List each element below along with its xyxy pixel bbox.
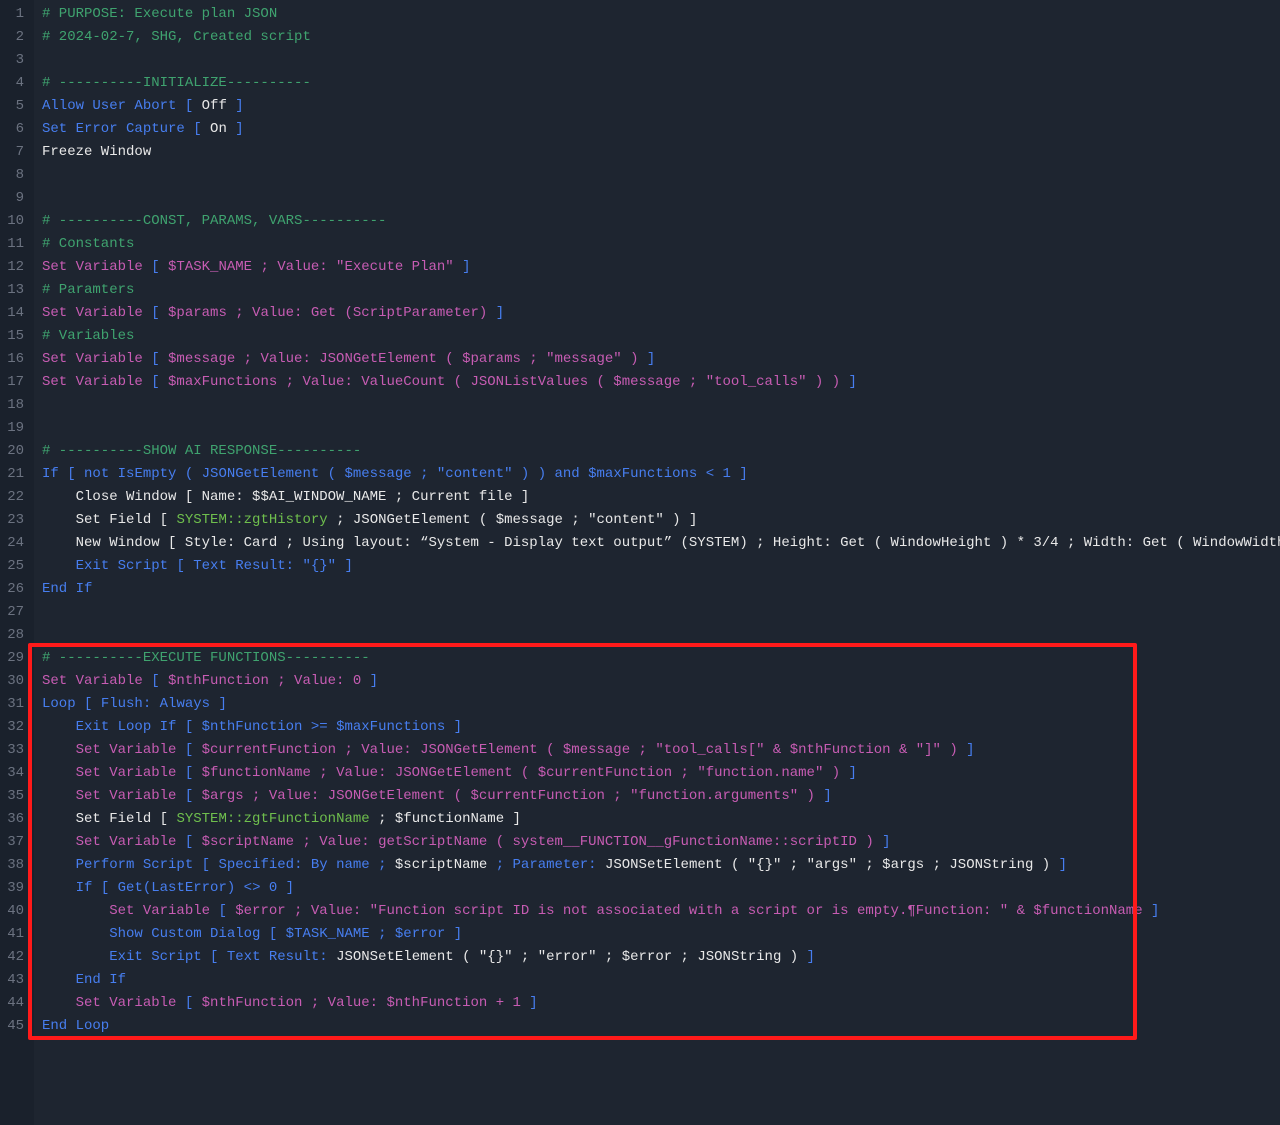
- line-number: 27: [6, 601, 24, 624]
- code-line[interactable]: Set Variable [ $functionName ; Value: JS…: [42, 762, 1280, 785]
- code-line[interactable]: # PURPOSE: Execute plan JSON: [42, 3, 1280, 26]
- code-line[interactable]: # ----------INITIALIZE----------: [42, 72, 1280, 95]
- line-number: 39: [6, 877, 24, 900]
- code-line[interactable]: Perform Script [ Specified: By name ; $s…: [42, 854, 1280, 877]
- code-line[interactable]: Exit Script [ Text Result: JSONSetElemen…: [42, 946, 1280, 969]
- code-line[interactable]: # Constants: [42, 233, 1280, 256]
- line-number: 33: [6, 739, 24, 762]
- code-line[interactable]: Set Error Capture [ On ]: [42, 118, 1280, 141]
- code-line[interactable]: Set Variable [ $scriptName ; Value: getS…: [42, 831, 1280, 854]
- line-number: 20: [6, 440, 24, 463]
- code-line[interactable]: Exit Loop If [ $nthFunction >= $maxFunct…: [42, 716, 1280, 739]
- code-line[interactable]: [42, 624, 1280, 647]
- code-line[interactable]: Set Variable [ $TASK_NAME ; Value: "Exec…: [42, 256, 1280, 279]
- line-number: 3: [6, 49, 24, 72]
- line-number: 34: [6, 762, 24, 785]
- line-number: 21: [6, 463, 24, 486]
- line-number: 9: [6, 187, 24, 210]
- line-number: 5: [6, 95, 24, 118]
- script-editor: 1234567891011121314151617181920212223242…: [0, 0, 1280, 1125]
- code-line[interactable]: # Variables: [42, 325, 1280, 348]
- line-number: 44: [6, 992, 24, 1015]
- code-line[interactable]: [42, 164, 1280, 187]
- line-number: 18: [6, 394, 24, 417]
- code-line[interactable]: Set Variable [ $nthFunction ; Value: $nt…: [42, 992, 1280, 1015]
- code-line[interactable]: New Window [ Style: Card ; Using layout:…: [42, 532, 1280, 555]
- line-number: 45: [6, 1015, 24, 1038]
- code-line[interactable]: [42, 601, 1280, 624]
- code-line[interactable]: End If: [42, 969, 1280, 992]
- code-line[interactable]: # Paramters: [42, 279, 1280, 302]
- line-number: 15: [6, 325, 24, 348]
- line-number-gutter: 1234567891011121314151617181920212223242…: [0, 0, 34, 1125]
- line-number: 25: [6, 555, 24, 578]
- code-line[interactable]: Set Variable [ $nthFunction ; Value: 0 ]: [42, 670, 1280, 693]
- code-line[interactable]: Show Custom Dialog [ $TASK_NAME ; $error…: [42, 923, 1280, 946]
- line-number: 26: [6, 578, 24, 601]
- code-line[interactable]: Set Variable [ $args ; Value: JSONGetEle…: [42, 785, 1280, 808]
- line-number: 10: [6, 210, 24, 233]
- line-number: 23: [6, 509, 24, 532]
- code-line[interactable]: Set Field [ SYSTEM::zgtFunctionName ; $f…: [42, 808, 1280, 831]
- line-number: 37: [6, 831, 24, 854]
- line-number: 14: [6, 302, 24, 325]
- line-number: 35: [6, 785, 24, 808]
- line-number: 40: [6, 900, 24, 923]
- code-line[interactable]: Set Variable [ $message ; Value: JSONGet…: [42, 348, 1280, 371]
- line-number: 28: [6, 624, 24, 647]
- code-line[interactable]: Set Variable [ $params ; Value: Get (Scr…: [42, 302, 1280, 325]
- line-number: 38: [6, 854, 24, 877]
- line-number: 29: [6, 647, 24, 670]
- line-number: 2: [6, 26, 24, 49]
- line-number: 16: [6, 348, 24, 371]
- code-line[interactable]: Set Field [ SYSTEM::zgtHistory ; JSONGet…: [42, 509, 1280, 532]
- line-number: 31: [6, 693, 24, 716]
- line-number: 4: [6, 72, 24, 95]
- code-line[interactable]: Set Variable [ $maxFunctions ; Value: Va…: [42, 371, 1280, 394]
- code-line[interactable]: # ----------SHOW AI RESPONSE----------: [42, 440, 1280, 463]
- line-number: 17: [6, 371, 24, 394]
- code-line[interactable]: Set Variable [ $error ; Value: "Function…: [42, 900, 1280, 923]
- code-line[interactable]: End Loop: [42, 1015, 1280, 1038]
- code-line[interactable]: If [ not IsEmpty ( JSONGetElement ( $mes…: [42, 463, 1280, 486]
- code-line[interactable]: If [ Get(LastError) <> 0 ]: [42, 877, 1280, 900]
- code-line[interactable]: [42, 187, 1280, 210]
- line-number: 6: [6, 118, 24, 141]
- code-line[interactable]: Close Window [ Name: $$AI_WINDOW_NAME ; …: [42, 486, 1280, 509]
- code-line[interactable]: [42, 394, 1280, 417]
- line-number: 24: [6, 532, 24, 555]
- line-number: 8: [6, 164, 24, 187]
- code-area[interactable]: # PURPOSE: Execute plan JSON# 2024-02-7,…: [34, 0, 1280, 1125]
- line-number: 36: [6, 808, 24, 831]
- code-line[interactable]: Set Variable [ $currentFunction ; Value:…: [42, 739, 1280, 762]
- line-number: 30: [6, 670, 24, 693]
- line-number: 43: [6, 969, 24, 992]
- code-line[interactable]: # ----------CONST, PARAMS, VARS---------…: [42, 210, 1280, 233]
- code-line[interactable]: # 2024-02-7, SHG, Created script: [42, 26, 1280, 49]
- code-line[interactable]: [42, 417, 1280, 440]
- line-number: 32: [6, 716, 24, 739]
- line-number: 12: [6, 256, 24, 279]
- code-line[interactable]: End If: [42, 578, 1280, 601]
- line-number: 22: [6, 486, 24, 509]
- line-number: 42: [6, 946, 24, 969]
- code-line[interactable]: Loop [ Flush: Always ]: [42, 693, 1280, 716]
- line-number: 11: [6, 233, 24, 256]
- line-number: 41: [6, 923, 24, 946]
- code-line[interactable]: Allow User Abort [ Off ]: [42, 95, 1280, 118]
- line-number: 1: [6, 3, 24, 26]
- code-line[interactable]: Freeze Window: [42, 141, 1280, 164]
- code-line[interactable]: [42, 49, 1280, 72]
- line-number: 7: [6, 141, 24, 164]
- line-number: 13: [6, 279, 24, 302]
- line-number: 19: [6, 417, 24, 440]
- code-line[interactable]: Exit Script [ Text Result: "{}" ]: [42, 555, 1280, 578]
- code-line[interactable]: # ----------EXECUTE FUNCTIONS----------: [42, 647, 1280, 670]
